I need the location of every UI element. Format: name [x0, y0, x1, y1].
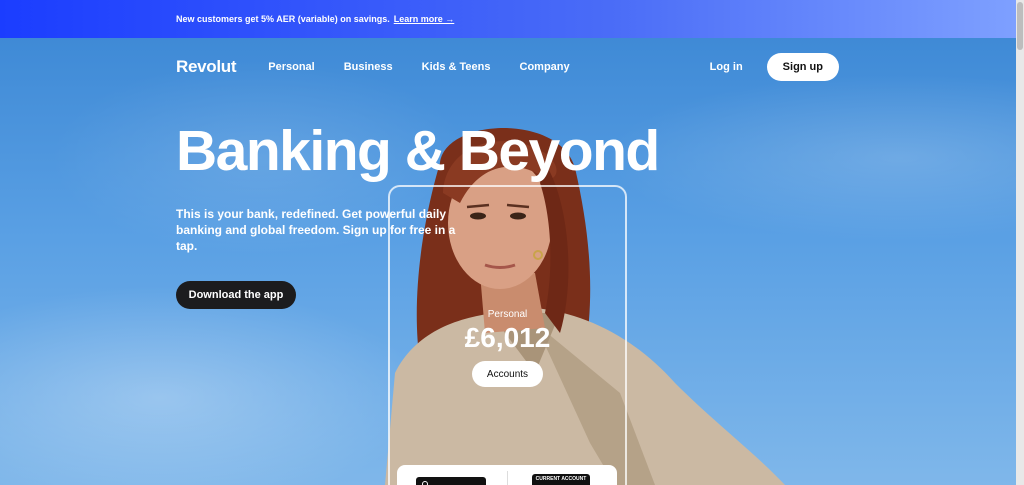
hero-headline: Banking & Beyond — [176, 119, 660, 183]
top-nav: Revolut Personal Business Kids & Teens C… — [176, 52, 839, 82]
card-chip-icon — [422, 481, 428, 485]
card-icon — [416, 477, 486, 485]
nav-item-business[interactable]: Business — [344, 61, 393, 73]
learn-more-link[interactable]: Learn more → — [394, 14, 455, 24]
nav-actions: Log in Sign up — [710, 53, 839, 81]
download-app-button[interactable]: Download the app — [176, 281, 296, 309]
accounts-button[interactable]: Accounts — [472, 361, 543, 387]
promo-banner: New customers get 5% AER (variable) on s… — [0, 0, 1016, 38]
promo-text: New customers get 5% AER (variable) on s… — [176, 14, 390, 24]
nav-item-company[interactable]: Company — [520, 61, 570, 73]
nav-item-personal[interactable]: Personal — [268, 61, 314, 73]
account-balance: £6,012 — [464, 322, 551, 353]
card-tray: CURRENT ACCOUNT — [397, 465, 617, 485]
hero-section: Revolut Personal Business Kids & Teens C… — [0, 38, 1016, 485]
card-label: CURRENT ACCOUNT — [535, 476, 587, 482]
account-label: Personal — [487, 309, 528, 320]
revolut-logo[interactable]: Revolut — [176, 57, 237, 77]
signup-button[interactable]: Sign up — [766, 53, 839, 81]
scrollbar-thumb[interactable] — [1017, 2, 1023, 50]
hero-subtext: This is your bank, redefined. Get powerf… — [176, 207, 456, 253]
current-account-card: CURRENT ACCOUNT — [532, 474, 590, 485]
nav-item-kids-teens[interactable]: Kids & Teens — [422, 61, 491, 73]
scrollbar[interactable] — [1016, 0, 1024, 485]
card-divider — [507, 471, 508, 485]
login-link[interactable]: Log in — [710, 61, 743, 73]
